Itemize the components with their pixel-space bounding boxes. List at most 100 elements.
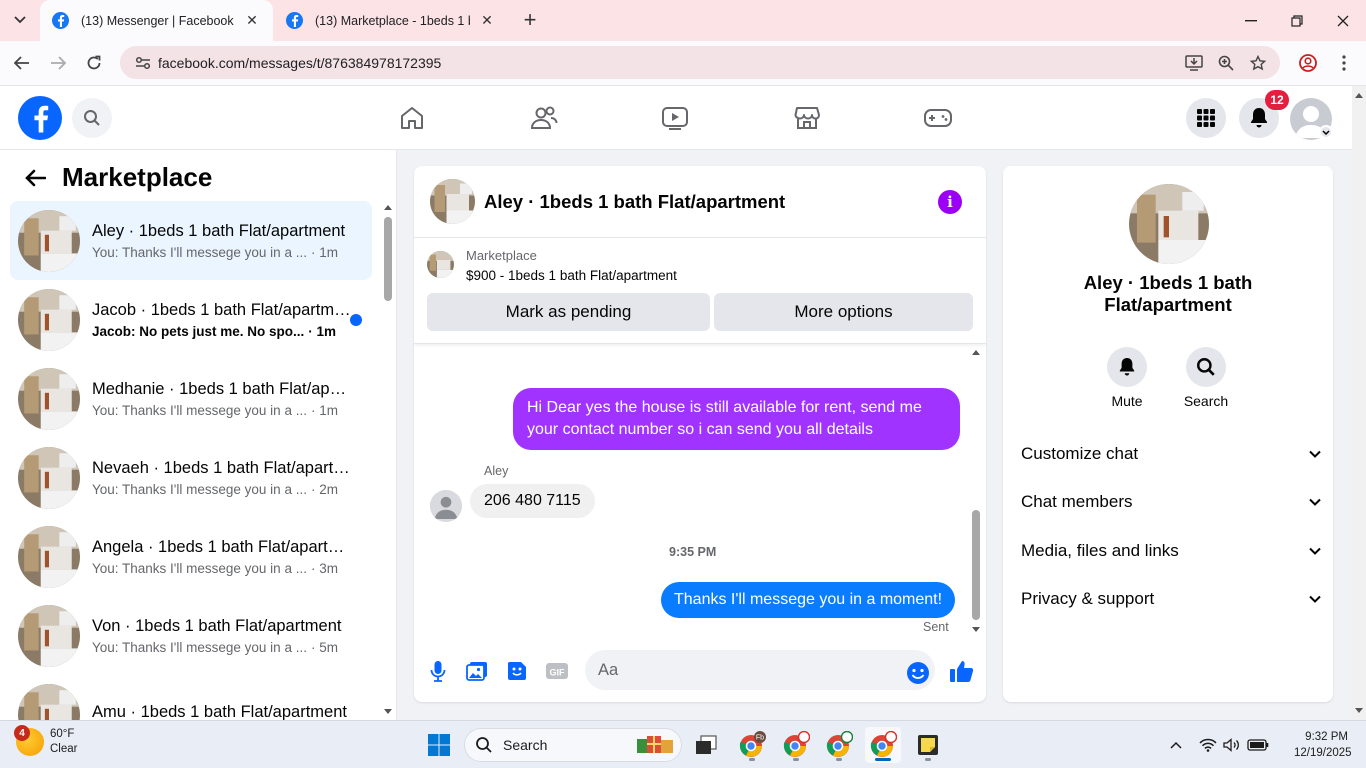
section-label: Customize chat	[1021, 444, 1139, 463]
taskbar-chrome-fb[interactable]: Fb	[734, 727, 770, 763]
bell-icon	[1251, 108, 1267, 128]
browser-menu-icon[interactable]	[1330, 49, 1358, 77]
mute-action[interactable]: Mute	[1087, 347, 1167, 409]
taskbar-chrome-active[interactable]	[865, 727, 901, 763]
new-tab-button[interactable]: +	[518, 7, 542, 32]
page-scrollbar[interactable]	[1352, 86, 1366, 720]
tab-marketplace[interactable]: (13) Marketplace - 1beds 1 bath ✕	[274, 0, 508, 41]
thumbs-up-icon	[950, 661, 974, 682]
menu-button[interactable]	[1186, 98, 1226, 138]
conversation-avatar	[18, 209, 80, 272]
chat-title[interactable]: Aley · 1beds 1 bath Flat/apartment	[484, 191, 785, 213]
listing-thumbnail[interactable]	[427, 251, 454, 278]
list-item[interactable]: Angela · 1beds 1 bath Flat/apartment You…	[10, 517, 372, 596]
scroll-down-arrow-icon[interactable]	[1352, 706, 1366, 716]
taskbar-search-label: Search	[503, 737, 548, 753]
forward-button[interactable]	[44, 49, 72, 77]
nav-friends[interactable]	[524, 98, 564, 138]
section-customize-chat[interactable]: Customize chat	[1021, 438, 1321, 470]
start-button[interactable]	[421, 727, 457, 763]
taskbar-chrome-profile-2[interactable]	[778, 727, 814, 763]
emoji-button[interactable]	[904, 659, 932, 687]
send-like-button[interactable]	[948, 657, 976, 685]
search-action[interactable]: Search	[1166, 347, 1246, 409]
nav-gaming[interactable]	[918, 98, 958, 138]
more-options-button[interactable]: More options	[714, 293, 973, 331]
list-item[interactable]: Medhanie · 1beds 1 bath Flat/apartment Y…	[10, 359, 372, 438]
zoom-icon[interactable]	[1212, 49, 1240, 77]
incoming-message[interactable]: 206 480 7115	[470, 484, 595, 518]
voice-clip-button[interactable]	[424, 657, 452, 685]
scrollbar-thumb[interactable]	[384, 217, 392, 301]
conversation-info-button[interactable]: i	[938, 190, 962, 214]
mark-as-pending-button[interactable]: Mark as pending	[427, 293, 710, 331]
account-menu-chevron[interactable]	[1319, 125, 1333, 139]
close-window-button[interactable]	[1320, 0, 1366, 41]
reload-button[interactable]	[80, 49, 108, 77]
list-item[interactable]: Amu · 1beds 1 bath Flat/apartment	[10, 675, 372, 720]
facebook-search-button[interactable]	[72, 98, 112, 138]
list-item[interactable]: Nevaeh · 1beds 1 bath Flat/apartment You…	[10, 438, 372, 517]
battery-status[interactable]	[1246, 733, 1270, 757]
list-item[interactable]: Jacob · 1beds 1 bath Flat/apartment Jaco…	[10, 280, 372, 359]
details-avatar[interactable]	[1129, 184, 1209, 264]
nav-marketplace[interactable]	[787, 98, 827, 138]
tab-search-menu[interactable]	[6, 6, 34, 34]
list-item[interactable]: Aley · 1beds 1 bath Flat/apartment You: …	[10, 201, 372, 280]
bookmark-star-icon[interactable]	[1244, 49, 1272, 77]
scroll-down-arrow-icon[interactable]	[383, 708, 393, 716]
conversation-avatar	[18, 683, 80, 720]
taskbar-search-box[interactable]: Search	[464, 728, 682, 762]
search-in-conversation-button[interactable]	[1186, 347, 1226, 387]
scroll-up-arrow-icon[interactable]	[1352, 90, 1366, 100]
conversation-name: Nevaeh · 1beds 1 bath Flat/apartment	[92, 458, 352, 477]
arrow-left-icon	[14, 56, 29, 70]
nav-home[interactable]	[392, 98, 432, 138]
restore-button[interactable]	[1274, 0, 1320, 41]
section-label: Chat members	[1021, 492, 1133, 511]
minimize-button[interactable]	[1228, 0, 1274, 41]
chat-avatar[interactable]	[430, 179, 475, 224]
list-item[interactable]: Von · 1beds 1 bath Flat/apartment You: T…	[10, 596, 372, 675]
weather-widget[interactable]: 4 60°F Clear	[14, 725, 77, 757]
section-media-files-links[interactable]: Media, files and links	[1021, 535, 1321, 567]
conversation-scrollbar[interactable]	[383, 203, 393, 718]
sender-avatar[interactable]	[430, 490, 462, 522]
site-info-icon[interactable]	[128, 56, 158, 70]
taskbar-task-view[interactable]	[688, 727, 724, 763]
install-app-icon[interactable]	[1180, 49, 1208, 77]
outgoing-message[interactable]: Thanks I'll messege you in a moment!	[661, 582, 956, 618]
mute-button[interactable]	[1107, 347, 1147, 387]
details-name-line: Flat/apartment	[1104, 294, 1232, 315]
section-chat-members[interactable]: Chat members	[1021, 486, 1321, 518]
tab-close-icon[interactable]: ✕	[243, 12, 261, 30]
section-privacy-support[interactable]: Privacy & support	[1021, 583, 1321, 615]
taskbar-chrome-profile-3[interactable]	[821, 727, 857, 763]
scroll-up-arrow-icon[interactable]	[971, 348, 981, 356]
tab-messenger[interactable]: (13) Messenger | Facebook ✕	[40, 0, 273, 41]
back-button[interactable]	[8, 49, 36, 77]
scrollbar-thumb[interactable]	[972, 510, 980, 620]
network-status[interactable]	[1196, 733, 1220, 757]
restore-icon	[1291, 14, 1303, 27]
thread-scrollbar[interactable]	[971, 348, 981, 634]
volume-control[interactable]	[1220, 733, 1244, 757]
taskbar-sticky-notes[interactable]	[910, 727, 946, 763]
facebook-logo-icon[interactable]	[18, 96, 62, 140]
nav-watch[interactable]	[655, 98, 695, 138]
scroll-down-arrow-icon[interactable]	[971, 626, 981, 634]
profile-icon[interactable]	[1294, 49, 1322, 77]
message-input[interactable]: Aa	[585, 650, 935, 690]
back-to-chats-button[interactable]	[22, 165, 48, 191]
show-hidden-icons-button[interactable]	[1164, 733, 1188, 757]
sticker-button[interactable]	[503, 657, 531, 685]
listing-summary[interactable]: $900 - 1beds 1 bath Flat/apartment	[466, 268, 677, 283]
address-bar[interactable]: facebook.com/messages/t/876384978172395	[120, 46, 1280, 79]
system-clock[interactable]: 9:32 PM 12/19/2025	[1294, 729, 1352, 761]
attach-photo-button[interactable]	[463, 657, 491, 685]
tab-close-icon[interactable]: ✕	[478, 12, 496, 30]
outgoing-message[interactable]: Hi Dear yes the house is still available…	[513, 388, 960, 450]
scroll-up-arrow-icon[interactable]	[383, 203, 393, 211]
gif-button[interactable]: GIF	[543, 657, 571, 685]
conversation-name: Von · 1beds 1 bath Flat/apartment	[92, 616, 342, 635]
